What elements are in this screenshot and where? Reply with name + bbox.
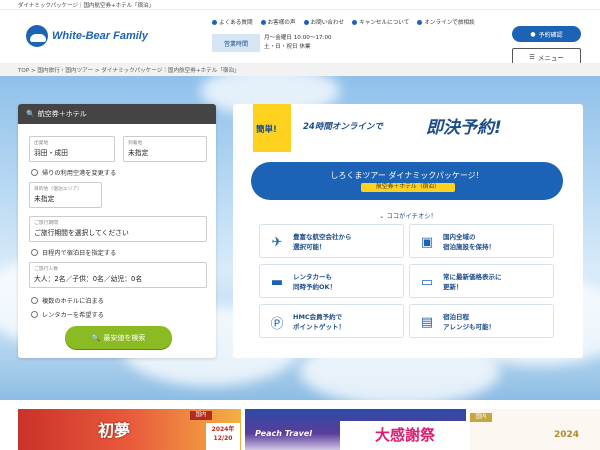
- user-icon: ●: [530, 30, 536, 38]
- banner-peach-travel[interactable]: Peach Travel 大感謝祭: [245, 409, 466, 450]
- promo-highlight-label: ⌄ ココがイチオシ！: [379, 213, 437, 220]
- rental-car-checkbox[interactable]: レンタカーを希望する: [31, 310, 104, 319]
- points-icon: Ⓟ: [270, 316, 284, 332]
- header: White-Bear Family よくある質問 お客様の声 お問い合わせ キャ…: [0, 10, 600, 65]
- cancel-link[interactable]: キャンセルについて: [352, 18, 409, 26]
- question-icon: [212, 19, 217, 25]
- contact-link[interactable]: お問い合わせ: [303, 18, 344, 26]
- faq-link[interactable]: よくある質問: [212, 18, 253, 26]
- hero: 🔍 航空券＋ホテル 出発地 羽田・成田 到着地 未指定 帰りの利用空港を変更する…: [0, 76, 600, 400]
- bed-icon: ▣: [420, 234, 434, 250]
- promo-easy-badge: 簡単!: [253, 104, 291, 152]
- feature-rental-car: ▬ レンタカーも 同時予約OK！: [259, 264, 404, 298]
- return-airport-checkbox[interactable]: 帰りの利用空港を変更する: [31, 168, 116, 177]
- banner-strip: 初夢 国内 2024年 12/20 Peach Travel 大感謝祭 国内 2…: [0, 400, 600, 450]
- promo-online-text: 24時間オンラインで: [303, 122, 383, 132]
- logo-text: White-Bear Family: [52, 30, 148, 42]
- travel-period-field[interactable]: ご旅行期間 ご旅行期間を選択してください: [29, 216, 207, 242]
- feature-schedule: ▤ 宿泊日程 アレンジも可能！: [409, 304, 554, 338]
- promo-panel: 簡単! 24時間オンラインで 即決予約! しろくまツアー ダイナミックパッケージ…: [233, 104, 583, 358]
- airplane-icon: ✈: [271, 234, 283, 250]
- chat-icon: [260, 19, 266, 25]
- site-logo[interactable]: White-Bear Family: [26, 25, 148, 47]
- promo-package-pill[interactable]: しろくまツアー ダイナミックパッケージ！ 航空券＋ホテル（宿泊）: [251, 162, 563, 200]
- document-icon: ▤: [420, 314, 434, 330]
- top-links: よくある質問 お客様の声 お問い合わせ キャンセルについて オンラインで旅相談: [212, 18, 475, 26]
- banner-hatsuyume[interactable]: 初夢 国内 2024年 12/20: [18, 409, 241, 450]
- car-icon: ▬: [270, 274, 284, 290]
- search-icon: 🔍: [91, 333, 101, 342]
- online-consult-link[interactable]: オンラインで旅相談: [417, 18, 475, 26]
- top-strip-text: ダイナミックパッケージ｜国内航空券+ホテル「宿泊」: [18, 3, 155, 9]
- reservation-check-button[interactable]: ● 予約確認: [512, 26, 581, 42]
- banner-2024[interactable]: 国内 2024: [470, 409, 600, 450]
- arrival-field[interactable]: 到着地 未指定: [123, 136, 207, 162]
- multi-hotel-checkbox[interactable]: 複数のホテルに泊まる: [31, 296, 104, 305]
- bell-icon: [417, 19, 423, 25]
- departure-field[interactable]: 出発地 羽田・成田: [29, 136, 115, 162]
- breadcrumb: TOP > 国内旅行・国内ツアー > ダイナミックパッケージ｜国内航空券+ホテル…: [0, 63, 600, 76]
- feature-hotels: ▣ 国内全域の 宿泊施設を保持！: [409, 224, 554, 258]
- search-panel: 🔍 航空券＋ホテル 出発地 羽田・成田 到着地 未指定 帰りの利用空港を変更する…: [18, 104, 216, 358]
- mail-icon: [303, 19, 309, 25]
- search-button[interactable]: 🔍 最安値を検索: [65, 326, 172, 349]
- monitor-icon: ▭: [420, 274, 434, 290]
- voice-link[interactable]: お客様の声: [260, 18, 296, 26]
- search-panel-header: 🔍 航空券＋ホテル: [18, 104, 216, 124]
- feature-airlines: ✈ 豊富な航空会社から 選択可能！: [259, 224, 404, 258]
- stay-date-checkbox[interactable]: 日程内で宿泊日を指定する: [31, 248, 116, 257]
- top-strip: ダイナミックパッケージ｜国内航空券+ホテル「宿泊」: [0, 0, 600, 10]
- hours-text: 月～金曜日 10:00～17:00 土・日・祝日 休業: [264, 35, 332, 50]
- bear-logo-icon: [26, 25, 48, 47]
- destination-field[interactable]: 目的地（宿泊エリア） 未指定: [29, 182, 102, 208]
- bell-icon: [352, 19, 358, 25]
- feature-points: Ⓟ HMC会員予約で ポイントゲット！: [259, 304, 404, 338]
- promo-instant-text: 即決予約!: [426, 118, 502, 138]
- feature-latest-price: ▭ 常に最新価格表示に 更新！: [409, 264, 554, 298]
- travelers-field[interactable]: ご旅行人数 大人：2名／子供：0名／幼児：0名: [29, 262, 207, 288]
- hours-badge: 営業時間: [212, 34, 260, 52]
- search-icon: 🔍: [26, 110, 35, 118]
- hamburger-icon: ☰: [529, 52, 535, 61]
